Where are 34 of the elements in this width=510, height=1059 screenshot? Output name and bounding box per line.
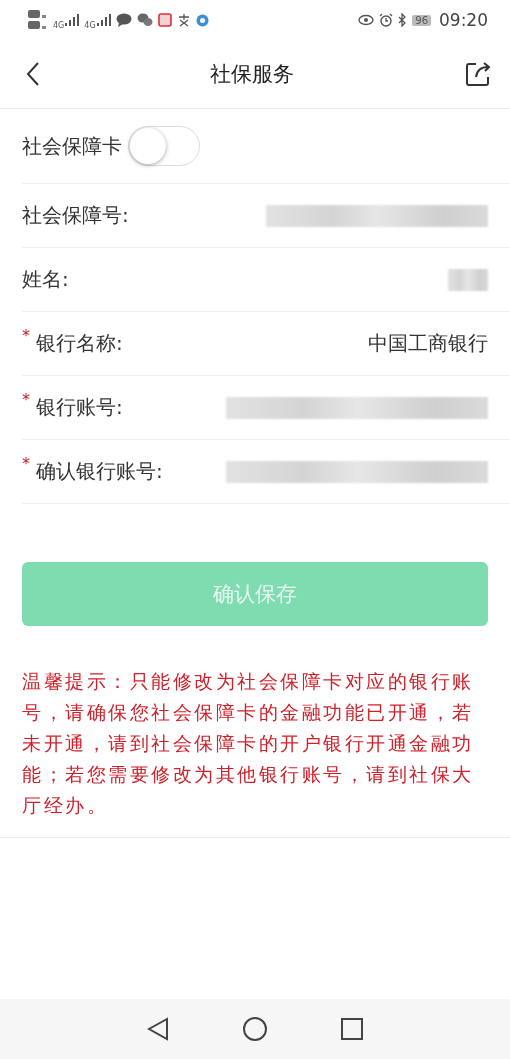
network-label: 4G (84, 21, 96, 30)
field-label: 姓名: (22, 266, 69, 293)
share-button[interactable] (464, 60, 492, 88)
required-mark: * (22, 390, 30, 409)
chat-icon (136, 13, 153, 27)
back-button[interactable] (26, 61, 40, 87)
clock-time: 09:20 (439, 10, 488, 30)
home-circle-icon[interactable] (242, 1016, 268, 1042)
signal-icon (96, 14, 111, 26)
page-title: 社保服务 (210, 61, 294, 88)
hd-icon (28, 9, 48, 31)
field-label: 社会保障卡 (22, 132, 122, 160)
field-label: 银行名称: (36, 330, 123, 357)
signal-icon (65, 14, 80, 26)
toggle-switch[interactable] (128, 126, 200, 166)
field-value: 中国工商银行 (368, 330, 488, 357)
app-circle-icon (195, 13, 209, 27)
redacted-value (448, 268, 488, 291)
alarm-icon (379, 13, 394, 27)
chat-bubble-icon (115, 13, 132, 27)
recents-square-icon[interactable] (341, 1018, 364, 1040)
bluetooth-icon (398, 13, 408, 27)
field-label: 确认银行账号: (36, 458, 163, 485)
battery-level: 96 (412, 14, 431, 26)
field-label: 社会保障号: (22, 202, 129, 229)
field-label: 银行账号: (36, 394, 123, 421)
app-square-icon (157, 13, 172, 27)
app-glyph-icon (176, 13, 191, 27)
back-triangle-icon[interactable] (146, 1017, 169, 1041)
required-mark: * (22, 454, 30, 473)
required-mark: * (22, 326, 30, 345)
network-label: 4G (53, 21, 65, 30)
notice-text: 温馨提示：只能修改为社会保障卡对应的银行账号，请确保您社会保障卡的金融功能已开通，若未开通，请到社会保障卡的开户银行开通金融功能；若您需要修改为其他银行账号，请到社保大厅经办。 (0, 666, 510, 838)
eye-icon (358, 14, 375, 26)
